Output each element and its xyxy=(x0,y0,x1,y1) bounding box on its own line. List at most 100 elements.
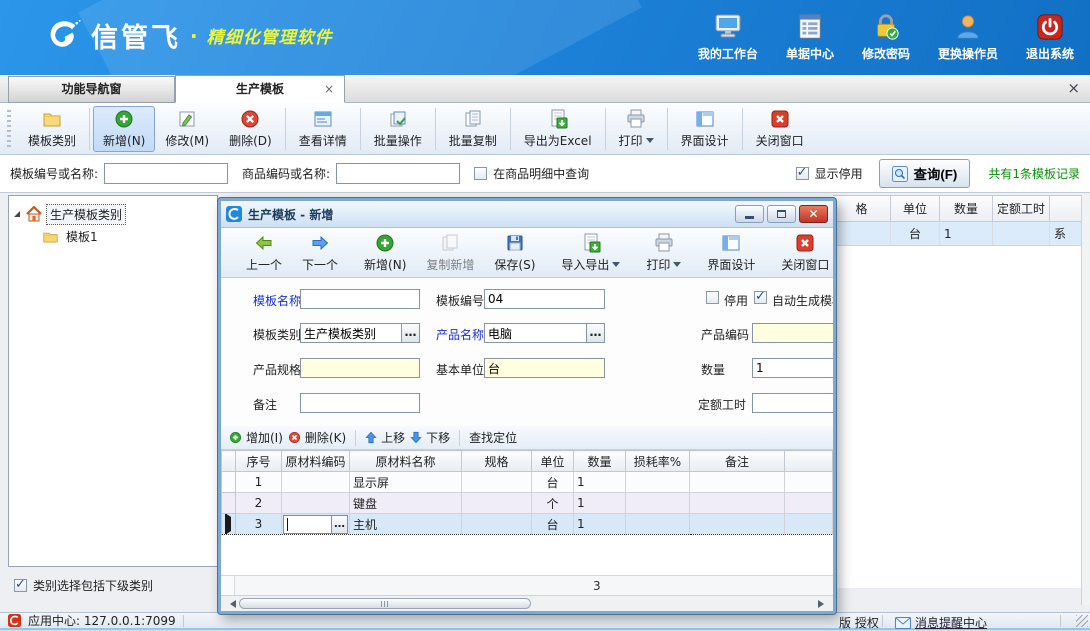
toolbar-separator xyxy=(89,108,90,150)
ui-design-button[interactable]: 界面设计 xyxy=(671,106,739,152)
grid-col-material-name[interactable]: 原材料名称 xyxy=(350,451,462,472)
grid-col-no[interactable]: 序号 xyxy=(236,451,282,472)
base-unit-input[interactable] xyxy=(484,358,605,378)
batch-copy-button[interactable]: 批量复制 xyxy=(439,106,507,152)
list-vertical-scrollbar[interactable] xyxy=(1081,195,1090,605)
import-export-button[interactable]: 导入导出 xyxy=(551,230,630,276)
dialog-print-dropdown-icon[interactable] xyxy=(673,262,681,271)
save-button[interactable]: 保存(S) xyxy=(484,230,545,276)
dialog-close-button[interactable]: ✕ xyxy=(799,205,828,223)
view-detail-label: 查看详情 xyxy=(299,132,347,149)
resize-grip[interactable] xyxy=(1076,615,1088,627)
grid-col-loss[interactable]: 损耗率% xyxy=(626,451,690,472)
material-row[interactable]: 1 显示屏 台 1 xyxy=(222,472,833,493)
query-button[interactable]: 查询(F) xyxy=(879,159,971,188)
toolbar-grip[interactable] xyxy=(7,110,11,148)
scroll-right-arrow-icon[interactable] xyxy=(818,600,828,608)
delete-button[interactable]: 删除(D) xyxy=(219,106,282,152)
template-category-button[interactable]: 模板类别 xyxy=(18,106,86,152)
remark-input[interactable] xyxy=(300,393,420,413)
material-row[interactable]: 2 键盘 个 1 xyxy=(222,493,833,514)
maximize-button[interactable] xyxy=(767,205,796,223)
quantity-input[interactable] xyxy=(752,358,836,378)
quota-hours-input[interactable] xyxy=(752,393,836,413)
locate-button[interactable]: 查找定位 xyxy=(469,429,517,446)
material-row-selected[interactable]: 3 … 主机 台 1 xyxy=(222,514,833,535)
tab-close-icon[interactable]: × xyxy=(324,76,334,102)
dialog-print-button[interactable]: 打印 xyxy=(636,230,691,276)
tabstrip-close-icon[interactable]: × xyxy=(1067,79,1080,97)
grid-add-button[interactable]: 增加(I) xyxy=(229,429,283,446)
edit-icon xyxy=(177,109,197,129)
batch-operate-button[interactable]: 批量操作 xyxy=(364,106,432,152)
move-down-button[interactable]: 下移 xyxy=(410,429,450,446)
template-code-input[interactable] xyxy=(484,289,605,309)
tree-root-item[interactable]: 生产模板类别 xyxy=(13,203,213,225)
template-filter-input[interactable] xyxy=(104,163,228,184)
dialog-add-button[interactable]: 新增(N) xyxy=(354,230,416,276)
include-subcategory-checkbox[interactable] xyxy=(14,579,27,592)
product-code-input[interactable] xyxy=(752,323,836,343)
minimize-button[interactable] xyxy=(735,205,764,223)
tree-child-item[interactable]: 模板1 xyxy=(13,225,213,247)
ui-design-label: 界面设计 xyxy=(681,132,729,149)
grid-col-qty[interactable]: 数量 xyxy=(574,451,626,472)
app-center-text: 应用中心: 127.0.0.1:7099 xyxy=(28,612,176,629)
brand-dot: · xyxy=(190,24,198,48)
bg-row-partial: 系 xyxy=(1050,222,1082,245)
next-record-button[interactable]: 下一个 xyxy=(292,230,348,276)
message-center-link[interactable]: 消息提醒中心 xyxy=(895,614,987,631)
scroll-left-arrow-icon[interactable] xyxy=(226,600,236,608)
category-field-input[interactable] xyxy=(300,323,402,343)
grid-col-spec[interactable]: 规格 xyxy=(462,451,532,472)
tab-production-template[interactable]: 生产模板 × xyxy=(175,75,345,103)
product-name-input[interactable] xyxy=(484,323,587,343)
close-window-label: 关闭窗口 xyxy=(756,132,804,149)
dialog-ui-design-button[interactable]: 界面设计 xyxy=(697,230,765,276)
grid-delete-button[interactable]: 删除(K) xyxy=(288,429,346,446)
search-in-detail-checkbox[interactable] xyxy=(474,167,487,180)
edit-button[interactable]: 修改(M) xyxy=(155,106,219,152)
my-workbench-button[interactable]: 我的工作台 xyxy=(698,13,758,62)
export-excel-label: 导出为Excel xyxy=(524,132,592,149)
material-picker-button[interactable]: … xyxy=(332,515,348,534)
material-code-edit-input[interactable] xyxy=(283,515,332,534)
scrollbar-thumb[interactable] xyxy=(239,598,531,609)
template-name-input[interactable] xyxy=(300,289,420,309)
toolbar-separator xyxy=(605,108,606,150)
category-picker-button[interactable]: … xyxy=(402,323,420,343)
product-spec-input[interactable] xyxy=(300,358,420,378)
tree-expander-icon[interactable] xyxy=(13,210,21,218)
print-dropdown-icon[interactable] xyxy=(646,138,654,147)
product-filter-input[interactable] xyxy=(336,163,460,184)
grid-horizontal-scrollbar[interactable] xyxy=(221,595,833,611)
grid-col-unit[interactable]: 单位 xyxy=(532,451,574,472)
tab-function-nav[interactable]: 功能导航窗 xyxy=(8,76,175,103)
bg-list-row[interactable]: 台 1 系 xyxy=(833,222,1082,246)
copy-add-button[interactable]: 复制新增 xyxy=(416,230,484,276)
export-excel-button[interactable]: 导出为Excel xyxy=(514,106,602,152)
previous-record-button[interactable]: 上一个 xyxy=(236,230,292,276)
change-password-button[interactable]: 修改密码 xyxy=(862,13,910,62)
move-up-button[interactable]: 上移 xyxy=(365,429,405,446)
maximize-icon xyxy=(777,210,786,218)
bg-row-qty: 1 xyxy=(940,222,993,245)
stop-use-checkbox[interactable] xyxy=(706,291,719,304)
close-window-button[interactable]: 关闭窗口 xyxy=(746,106,814,152)
switch-operator-button[interactable]: 更换操作员 xyxy=(938,13,998,62)
print-button[interactable]: 打印 xyxy=(609,106,664,152)
document-center-button[interactable]: 单据中心 xyxy=(786,13,834,62)
show-disabled-checkbox[interactable] xyxy=(796,167,809,180)
auto-generate-checkbox[interactable] xyxy=(754,291,767,304)
add-button[interactable]: 新增(N) xyxy=(93,106,155,152)
view-detail-button[interactable]: 查看详情 xyxy=(289,106,357,152)
grid-col-material-code[interactable]: 原材料编码 xyxy=(282,451,350,472)
dialog-titlebar[interactable]: 生产模板 - 新增 ✕ xyxy=(221,201,833,228)
batch-copy-label: 批量复制 xyxy=(449,132,497,149)
grid-col-remark[interactable]: 备注 xyxy=(690,451,785,472)
dialog-close-window-button[interactable]: 关闭窗口 xyxy=(771,230,836,276)
exit-system-button[interactable]: 退出系统 xyxy=(1026,13,1074,62)
product-picker-button[interactable]: … xyxy=(587,323,605,343)
material-code-edit-cell[interactable]: … xyxy=(283,515,348,534)
import-export-dropdown-icon[interactable] xyxy=(612,262,620,271)
